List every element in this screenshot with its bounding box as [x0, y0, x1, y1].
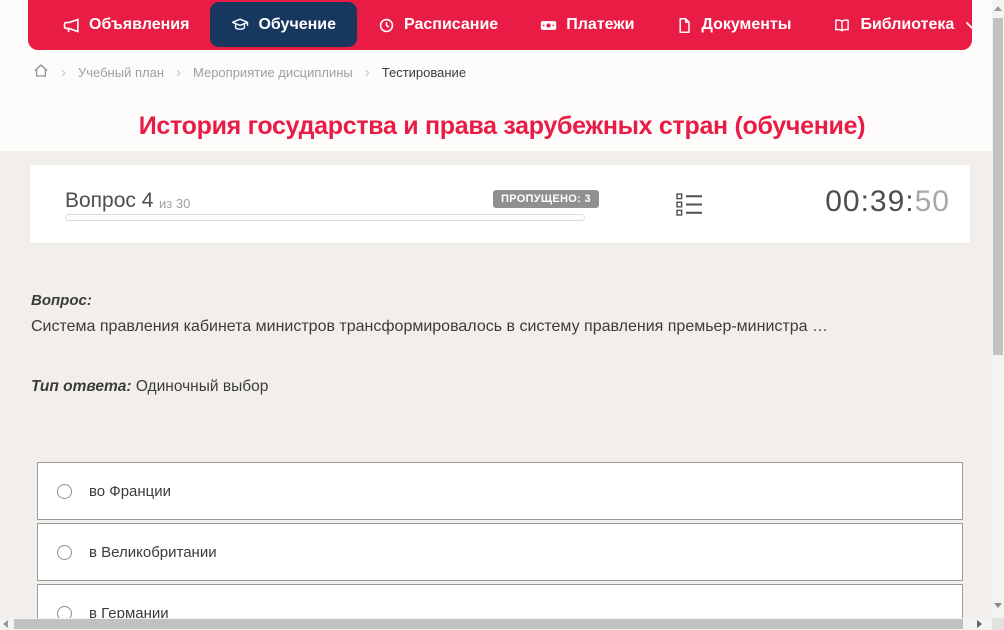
document-icon: [676, 17, 692, 34]
question-progress-bar: [65, 214, 585, 221]
breadcrumb-separator: ›: [176, 63, 181, 81]
question-text: Система правления кабинета министров тра…: [31, 318, 828, 335]
nav-item-library[interactable]: Библиотека: [812, 0, 999, 50]
scroll-right-arrow[interactable]: [977, 620, 982, 628]
exam-timer: 00:39:50: [825, 185, 950, 219]
answer-option[interactable]: во Франции: [37, 462, 963, 520]
question-number: Вопрос 4: [65, 189, 154, 212]
clock-icon: [378, 17, 395, 34]
nav-item-label: Библиотека: [860, 16, 955, 33]
scroll-left-arrow[interactable]: [3, 620, 8, 628]
breadcrumb-current-testing: Тестирование: [381, 64, 467, 80]
nav-item-payments[interactable]: Платежи: [519, 0, 655, 50]
breadcrumb-link-discipline-event[interactable]: Мероприятие дисциплины: [193, 65, 353, 80]
question-list-button[interactable]: [676, 193, 703, 221]
answer-type-row: Тип ответа: Одиночный выбор: [31, 378, 268, 396]
nav-item-training[interactable]: Обучение: [210, 2, 358, 47]
radio-button[interactable]: [57, 483, 72, 499]
megaphone-icon: [63, 17, 80, 34]
horizontal-scrollbar[interactable]: [0, 618, 992, 630]
nav-item-schedule[interactable]: Расписание: [357, 0, 519, 50]
breadcrumb-separator: ›: [61, 63, 66, 81]
answer-option-label: в Великобритании: [89, 543, 217, 561]
nav-item-label: Объявления: [89, 16, 190, 33]
radio-button[interactable]: [57, 544, 72, 560]
breadcrumb-separator: ›: [364, 63, 370, 81]
chevron-down-icon: [965, 21, 978, 30]
nav-item-announcements[interactable]: Объявления: [42, 0, 210, 50]
horizontal-scrollbar-thumb[interactable]: [14, 619, 963, 629]
scrollbar-corner: [992, 618, 1004, 630]
nav-item-label: Платежи: [566, 16, 635, 33]
scroll-up-arrow[interactable]: [994, 6, 1002, 11]
student-testing-page: Объявления Обучение Расписание Платежи Д…: [0, 0, 1004, 630]
scroll-down-arrow[interactable]: [994, 603, 1002, 608]
timer-seconds: 50: [914, 185, 950, 218]
answer-type-label: Тип ответа:: [31, 378, 132, 395]
graduation-cap-icon: [231, 17, 249, 33]
page-title: История государства и права зарубежных с…: [138, 112, 866, 140]
quiz-header-card: Вопрос 4 из 30 ПРОПУЩЕНО: 3 00:39:50: [30, 165, 970, 243]
question-total: из 30: [159, 196, 191, 211]
nav-item-label: Обучение: [258, 15, 337, 33]
home-icon[interactable]: [33, 63, 49, 81]
vertical-scrollbar-thumb[interactable]: [993, 18, 1003, 355]
answer-type-value: Одиночный выбор: [135, 378, 269, 395]
skipped-badge: ПРОПУЩЕНО: 3: [493, 190, 599, 208]
breadcrumb: › Учебный план › Мероприятие дисциплины …: [33, 63, 466, 81]
banknote-icon: [540, 17, 557, 34]
vertical-scrollbar[interactable]: [992, 0, 1004, 618]
answer-option[interactable]: в Великобритании: [37, 523, 963, 581]
question-label: Вопрос:: [31, 292, 92, 309]
book-icon: [833, 17, 851, 34]
nav-item-documents[interactable]: Документы: [655, 0, 812, 50]
answer-option-label: во Франции: [89, 482, 172, 500]
breadcrumb-link-curriculum[interactable]: Учебный план: [78, 65, 164, 80]
nav-item-label: Документы: [701, 16, 792, 33]
main-navbar: Объявления Обучение Расписание Платежи Д…: [28, 0, 978, 50]
nav-item-label: Расписание: [404, 16, 499, 33]
timer-hours-minutes: 00:39:: [825, 185, 915, 218]
